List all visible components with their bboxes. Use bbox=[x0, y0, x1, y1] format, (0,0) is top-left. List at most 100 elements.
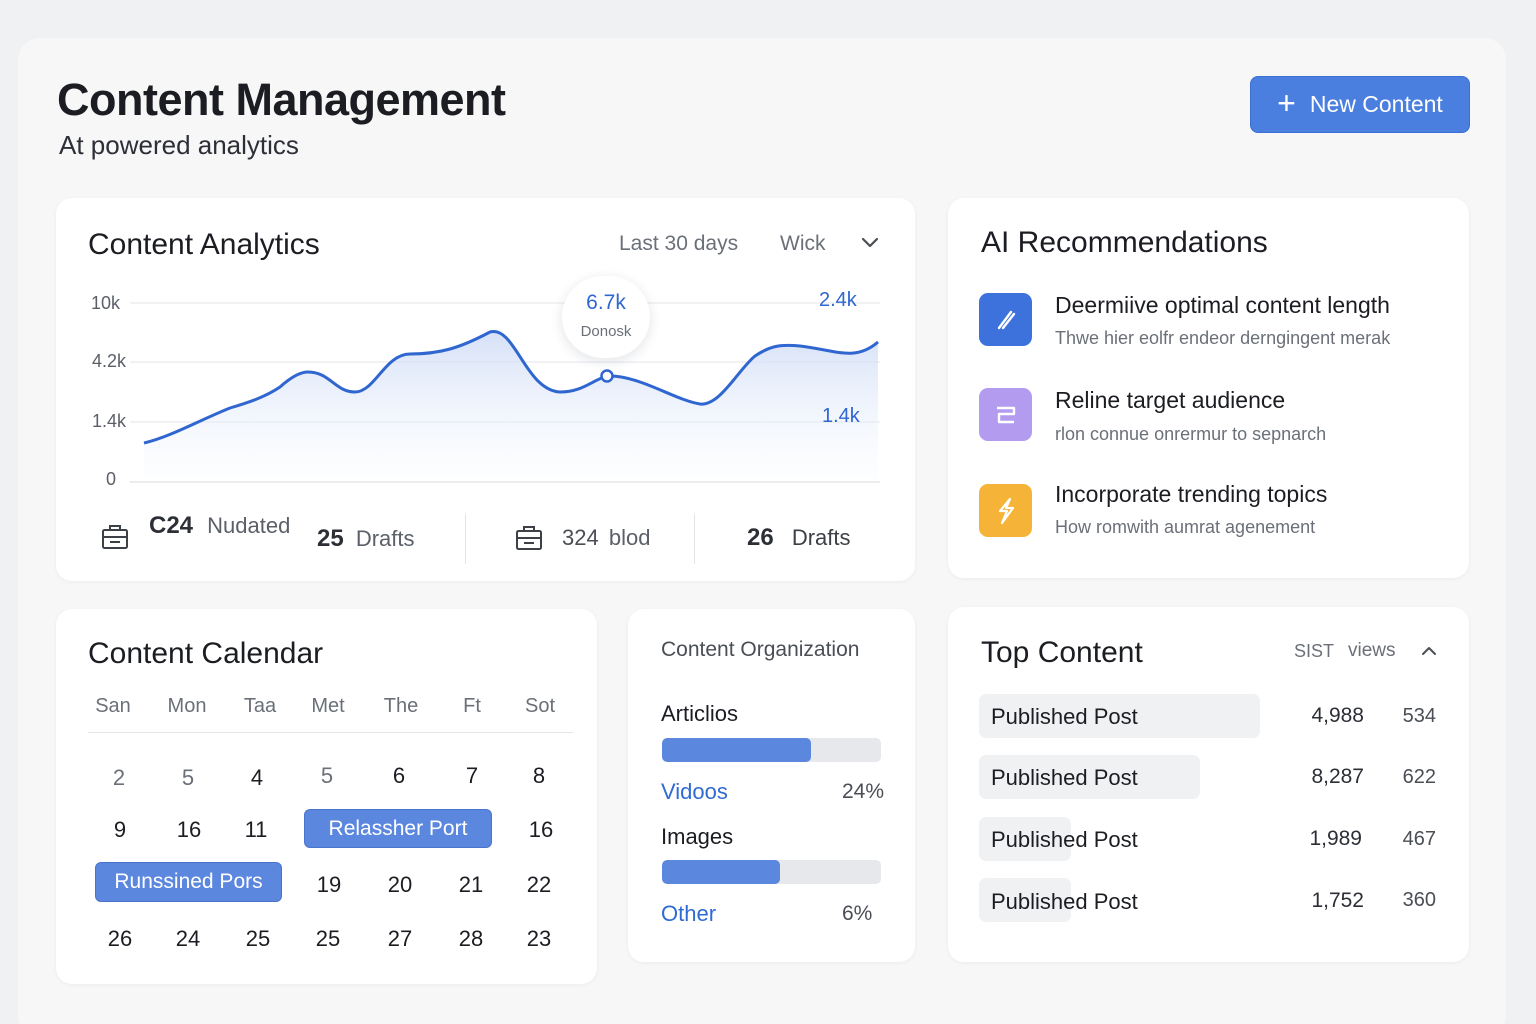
recommendation-title[interactable]: Incorporate trending topics bbox=[1055, 481, 1327, 508]
chart-point-marker[interactable] bbox=[600, 369, 614, 383]
org-link[interactable]: Vidoos bbox=[661, 779, 728, 805]
range-filter[interactable]: Last 30 days bbox=[619, 232, 738, 256]
views-count: 8,287 bbox=[1311, 765, 1364, 788]
secondary-count: 534 bbox=[1402, 705, 1436, 727]
stat-number: 25 bbox=[317, 525, 344, 552]
weekday-label: Ft bbox=[463, 695, 481, 717]
org-percent: 6% bbox=[842, 902, 873, 925]
granularity-filter[interactable]: Wick bbox=[780, 232, 826, 256]
chart-area bbox=[144, 331, 878, 480]
calendar-day[interactable]: 7 bbox=[437, 763, 507, 789]
bolt-icon bbox=[979, 484, 1032, 537]
calendar-day[interactable]: 8 bbox=[504, 763, 574, 789]
stat-number: 324 bbox=[562, 525, 599, 550]
org-label: Images bbox=[661, 824, 734, 849]
calendar-day[interactable]: 16 bbox=[154, 817, 224, 843]
recommendations-title: AI Recommendations bbox=[981, 226, 1268, 259]
calendar-day[interactable]: 28 bbox=[436, 926, 506, 952]
calendar-event[interactable]: Runssined Pors bbox=[95, 862, 282, 902]
calendar-day[interactable]: 5 bbox=[153, 765, 223, 791]
org-progress-bar bbox=[662, 738, 881, 762]
calendar-day[interactable]: 9 bbox=[85, 817, 155, 843]
top-content-item[interactable]: Published Post bbox=[991, 765, 1138, 791]
plus-icon: + bbox=[1277, 85, 1296, 121]
stat-label: Drafts bbox=[791, 525, 851, 550]
divider bbox=[465, 514, 466, 564]
y-tick-label: 1.4k bbox=[91, 411, 126, 431]
top-content-item[interactable]: Published Post bbox=[991, 889, 1138, 915]
recommendation-desc: How romwith aumrat agenement bbox=[1055, 517, 1316, 537]
top-content-item[interactable]: Published Post bbox=[991, 827, 1138, 853]
weekday-label: San bbox=[95, 695, 131, 717]
stat-label: Drafts bbox=[355, 526, 415, 551]
secondary-count: 622 bbox=[1402, 766, 1436, 788]
briefcase-icon bbox=[102, 525, 128, 549]
page-title: Content Management bbox=[57, 74, 506, 125]
tooltip-value: 6.7k bbox=[586, 291, 626, 314]
calendar-day[interactable]: 24 bbox=[153, 926, 223, 952]
calendar-day[interactable]: 4 bbox=[222, 765, 292, 791]
calendar-event[interactable]: Relassher Port bbox=[304, 809, 492, 848]
calendar-day[interactable]: 16 bbox=[506, 817, 576, 843]
calendar-day[interactable]: 23 bbox=[504, 926, 574, 952]
column-label[interactable]: views bbox=[1348, 640, 1396, 662]
top-content-item[interactable]: Published Post bbox=[991, 704, 1138, 730]
organization-title: Content Organization bbox=[661, 638, 860, 661]
chevron-down-icon[interactable] bbox=[860, 236, 880, 250]
chart-tooltip: 6.7k Donosk bbox=[562, 276, 650, 358]
y-tick-label: 4.2k bbox=[91, 351, 126, 371]
calendar-title: Content Calendar bbox=[88, 637, 324, 670]
calendar-day[interactable]: 27 bbox=[365, 926, 435, 952]
calendar-day[interactable]: 6 bbox=[364, 763, 434, 789]
weekday-label: Met bbox=[311, 695, 345, 717]
calendar-day[interactable]: 11 bbox=[221, 817, 291, 843]
org-progress-fill bbox=[662, 738, 811, 762]
calendar-day[interactable]: 26 bbox=[85, 926, 155, 952]
calendar-day[interactable]: 5 bbox=[292, 763, 362, 789]
calendar-day[interactable]: 25 bbox=[293, 926, 363, 952]
briefcase-icon bbox=[516, 526, 542, 550]
org-link[interactable]: Other bbox=[661, 901, 716, 927]
org-progress-bar bbox=[662, 860, 881, 884]
weekday-label: The bbox=[383, 695, 419, 717]
org-label: Articlios bbox=[661, 701, 739, 726]
stat-updated: C24 Nudated bbox=[149, 512, 290, 540]
page-subtitle: At powered analytics bbox=[59, 130, 299, 160]
column-label[interactable]: SIST bbox=[1294, 641, 1334, 662]
stat-number: C24 bbox=[149, 512, 194, 539]
org-percent: 24% bbox=[842, 780, 885, 803]
new-content-button[interactable]: + New Content bbox=[1250, 76, 1470, 133]
y-tick-label: 0 bbox=[105, 469, 116, 489]
tooltip-label: Donosk bbox=[580, 323, 632, 340]
calendar-day[interactable]: 2 bbox=[84, 765, 154, 791]
stat-blog: 324 blod bbox=[562, 525, 650, 551]
calendar-day[interactable]: 25 bbox=[223, 926, 293, 952]
calendar-day[interactable]: 22 bbox=[504, 872, 574, 898]
calendar-day[interactable]: 19 bbox=[294, 872, 364, 898]
weekday-label: Mon bbox=[167, 695, 207, 717]
divider bbox=[694, 514, 695, 564]
calendar-divider bbox=[88, 732, 573, 733]
analytics-title: Content Analytics bbox=[88, 228, 320, 261]
calendar-day[interactable]: 21 bbox=[436, 872, 506, 898]
views-count: 1,752 bbox=[1311, 889, 1364, 912]
chart-label-high: 2.4k bbox=[819, 289, 857, 311]
weekday-label: Sot bbox=[524, 695, 556, 717]
calendar-day[interactable]: 20 bbox=[365, 872, 435, 898]
chevron-up-icon[interactable] bbox=[1420, 644, 1438, 658]
top-content-title: Top Content bbox=[981, 636, 1143, 669]
stat-label: blod bbox=[608, 525, 651, 550]
pencil-icon bbox=[979, 293, 1032, 346]
stat-label: Nudated bbox=[207, 513, 291, 538]
secondary-count: 467 bbox=[1402, 828, 1436, 850]
recommendation-title[interactable]: Reline target audience bbox=[1055, 387, 1285, 414]
recommendation-desc: Thwe hier eolfr endeor derngingent merak bbox=[1055, 328, 1391, 348]
views-count: 4,988 bbox=[1311, 704, 1364, 727]
new-content-label: New Content bbox=[1309, 91, 1443, 117]
analytics-line-chart bbox=[130, 302, 880, 483]
y-tick-label: 10k bbox=[90, 293, 120, 313]
recommendation-desc: rlon connue onrermur to sepnarch bbox=[1055, 424, 1327, 444]
recommendation-title[interactable]: Deermiive optimal content length bbox=[1055, 292, 1390, 319]
views-count: 1,989 bbox=[1309, 827, 1362, 850]
card-icon bbox=[979, 388, 1032, 441]
